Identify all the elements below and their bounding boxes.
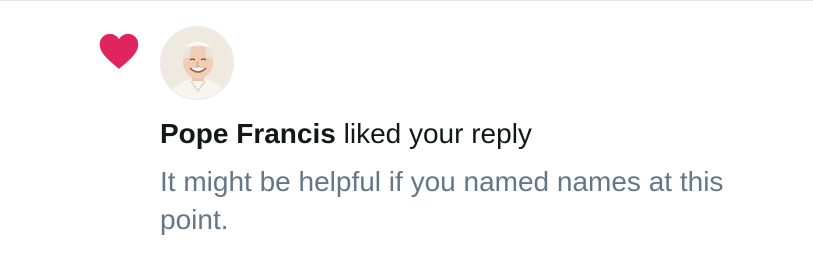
avatar[interactable] <box>160 26 234 100</box>
like-notification[interactable]: Pope Francis liked your reply It might b… <box>0 0 813 271</box>
actor-name[interactable]: Pope Francis <box>160 118 336 149</box>
heart-icon <box>99 33 139 69</box>
notification-headline: Pope Francis liked your reply <box>160 115 532 153</box>
reply-text[interactable]: It might be helpful if you named names a… <box>160 163 790 239</box>
action-text: liked your reply <box>335 118 532 149</box>
avatar-portrait-icon <box>161 27 233 99</box>
